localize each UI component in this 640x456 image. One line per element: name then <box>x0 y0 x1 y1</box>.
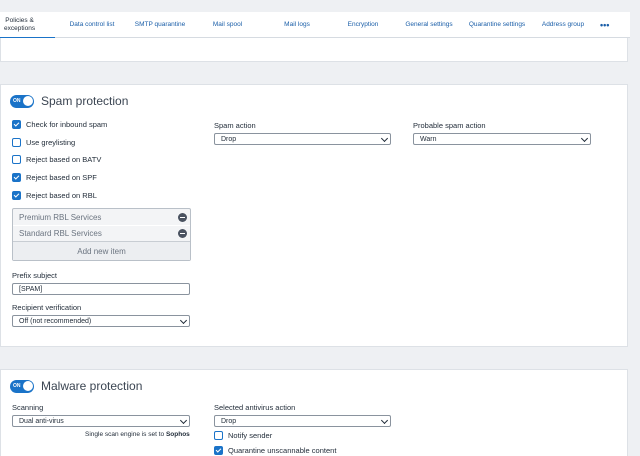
quarantine-unscannable-checkbox[interactable]: Quarantine unscannable content <box>214 446 336 455</box>
tab-data-control-list[interactable]: Data control list <box>55 21 129 29</box>
tab-general-settings[interactable]: General settings <box>396 21 462 29</box>
checkbox-checked-icon <box>12 173 21 182</box>
probable-spam-action-label: Probable spam action <box>413 121 486 130</box>
malware-section-header: ON Malware protection <box>10 379 142 393</box>
checkbox-checked-icon <box>12 120 21 129</box>
checkbox-checked-icon <box>214 446 223 455</box>
list-item: Standard RBL Services <box>13 225 190 241</box>
reject-batv-checkbox[interactable]: Reject based on BATV <box>12 155 101 164</box>
tab-label-line1: Policies & <box>5 16 34 24</box>
scanning-select[interactable]: Dual anti-virus <box>12 415 190 427</box>
spam-section-title: Spam protection <box>41 94 129 108</box>
chevron-down-icon <box>179 316 188 325</box>
checkbox-unchecked-icon <box>12 155 21 164</box>
select-value: Drop <box>221 135 237 143</box>
note-text: Single scan engine is set to <box>85 431 166 438</box>
toggle-knob <box>22 381 33 391</box>
tab-address-group[interactable]: Address group <box>532 21 594 29</box>
checkbox-label: Quarantine unscannable content <box>228 446 337 455</box>
prefix-subject-input[interactable]: [SPAM] <box>12 283 190 295</box>
rbl-item-label: Premium RBL Services <box>19 212 102 222</box>
single-scan-engine-note: Single scan engine is set to Sophos <box>85 431 190 438</box>
scanning-label: Scanning <box>12 403 44 412</box>
toggle-knob <box>22 96 33 106</box>
select-value: Warn <box>420 135 437 143</box>
toggle-on-label: ON <box>13 382 21 389</box>
antivirus-action-label: Selected antivirus action <box>214 403 296 412</box>
toggle-on-label: ON <box>13 97 21 104</box>
remove-icon[interactable] <box>178 212 187 222</box>
spam-action-select[interactable]: Drop <box>214 133 391 145</box>
rbl-list: Premium RBL Services Standard RBL Servic… <box>12 208 191 261</box>
recipient-verification-select[interactable]: Off (not recommended) <box>12 315 190 327</box>
spam-section-header: ON Spam protection <box>10 94 128 108</box>
spam-action-label: Spam action <box>214 121 256 130</box>
tab-mail-spool[interactable]: Mail spool <box>191 21 264 29</box>
chevron-down-icon <box>380 134 389 143</box>
use-greylisting-checkbox[interactable]: Use greylisting <box>12 138 75 147</box>
remove-icon[interactable] <box>178 229 187 238</box>
checkbox-label: Reject based on SPF <box>26 173 97 182</box>
reject-spf-checkbox[interactable]: Reject based on SPF <box>12 173 97 182</box>
checkbox-unchecked-icon <box>214 431 223 440</box>
notify-sender-checkbox[interactable]: Notify sender <box>214 431 272 440</box>
select-value: Drop <box>221 417 237 425</box>
select-value: Dual anti-virus <box>19 417 64 425</box>
checkbox-label: Reject based on RBL <box>26 191 97 200</box>
add-new-item-button[interactable]: Add new item <box>13 241 190 260</box>
antivirus-action-select[interactable]: Drop <box>214 415 391 427</box>
top-panel <box>0 38 628 62</box>
spam-toggle[interactable]: ON <box>10 94 34 108</box>
note-engine: Sophos <box>165 431 190 438</box>
checkbox-label: Reject based on BATV <box>26 155 102 164</box>
tab-smtp-quarantine[interactable]: SMTP quarantine <box>129 21 191 29</box>
tab-quarantine-settings[interactable]: Quarantine settings <box>462 21 532 29</box>
list-item: Premium RBL Services <box>13 209 190 225</box>
reject-rbl-checkbox[interactable]: Reject based on RBL <box>12 191 97 200</box>
checkbox-label: Notify sender <box>228 431 273 440</box>
checkbox-checked-icon <box>12 191 21 200</box>
probable-spam-action-select[interactable]: Warn <box>413 133 591 145</box>
chevron-down-icon <box>580 134 589 143</box>
tab-mail-logs[interactable]: Mail logs <box>264 21 330 29</box>
malware-toggle[interactable]: ON <box>10 379 34 393</box>
tab-encryption[interactable]: Encryption <box>330 21 396 29</box>
checkbox-label: Use greylisting <box>26 138 76 147</box>
chevron-down-icon <box>179 416 188 425</box>
chevron-down-icon <box>380 416 389 425</box>
tab-label-line2: exceptions <box>4 24 36 32</box>
tab-bar: Policies & exceptions Data control list S… <box>0 12 630 39</box>
check-inbound-spam-checkbox[interactable]: Check for inbound spam <box>12 120 107 129</box>
checkbox-unchecked-icon <box>12 138 21 147</box>
prefix-subject-label: Prefix subject <box>12 271 58 280</box>
malware-section-title: Malware protection <box>41 379 143 393</box>
recipient-verification-label: Recipient verification <box>12 303 82 312</box>
more-tabs-icon[interactable]: ••• <box>600 20 609 30</box>
select-value: Off (not recommended) <box>19 317 92 325</box>
rbl-item-label: Standard RBL Services <box>19 229 102 238</box>
checkbox-label: Check for inbound spam <box>26 120 108 129</box>
tab-policies-exceptions[interactable]: Policies & exceptions <box>0 12 55 39</box>
